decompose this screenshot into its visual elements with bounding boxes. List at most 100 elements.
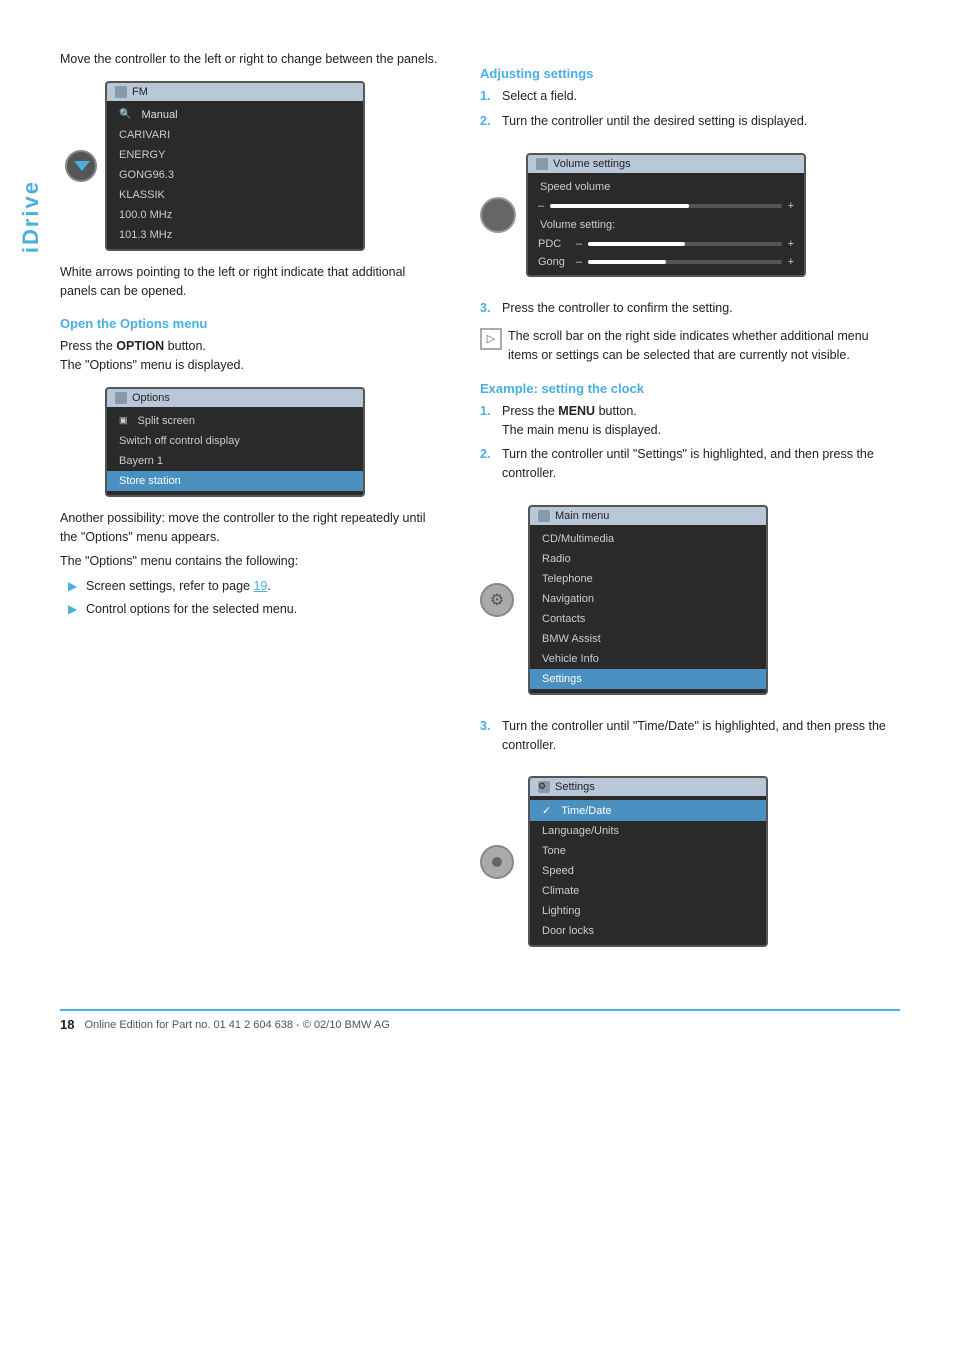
slider-track-3 — [588, 260, 781, 264]
fm-row-klassik: KLASSIK — [107, 185, 363, 205]
step-num-2: 2. — [480, 112, 496, 131]
slider-plus-2: + — [788, 238, 794, 250]
volume-title-icon — [536, 158, 548, 170]
volume-title-text: Volume settings — [553, 158, 631, 170]
options-screen: Options ▣ Split screen Switch off contro… — [105, 387, 365, 497]
settings-row-timedate: ✓ Time/Date — [530, 800, 766, 821]
main-menu-title-text: Main menu — [555, 510, 609, 522]
slider-minus-3: – — [576, 256, 582, 268]
options-title-bar: Options — [107, 389, 363, 407]
example-heading: Example: setting the clock — [480, 381, 900, 396]
main-menu-title-icon — [538, 510, 550, 522]
menu-row-telephone: Telephone — [530, 569, 766, 589]
fm-row-101: 101.3 MHz — [107, 225, 363, 245]
gong-label: Gong — [538, 256, 570, 268]
adjusting-step-1: 1. Select a field. — [480, 87, 900, 106]
example-steps-list: 1. Press the MENU button.The main menu i… — [480, 402, 900, 483]
options-row-split: ▣ Split screen — [107, 411, 363, 431]
step-3b-item: 3. Turn the controller until "Time/Date"… — [480, 717, 900, 755]
page-footer: 18 Online Edition for Part no. 01 41 2 6… — [60, 1009, 900, 1032]
adjusting-heading: Adjusting settings — [480, 66, 900, 81]
menu-bold: MENU — [558, 404, 595, 418]
settings-controller — [480, 822, 520, 902]
settings-title-text: Settings — [555, 781, 595, 793]
fm-row-gong: GONG96.3 — [107, 165, 363, 185]
step-text-1: Select a field. — [502, 87, 577, 106]
volume-slider-gong: Gong – + — [528, 253, 804, 271]
bullet-arrow-1: ▶ — [68, 577, 80, 596]
white-arrows-text: White arrows pointing to the left or rig… — [60, 263, 440, 301]
slider-fill-2 — [588, 242, 685, 246]
menu-row-navigation: Navigation — [530, 589, 766, 609]
bullet-item-2: ▶ Control options for the selected menu. — [68, 600, 440, 619]
volume-row-speed: Speed volume — [528, 177, 804, 197]
slider-track-1 — [550, 204, 781, 208]
volume-screen-wrapper: Volume settings Speed volume – + Volume … — [480, 141, 900, 289]
settings-screen: ⚙ Settings ✓ Time/Date Language/Units To… — [528, 776, 768, 947]
settings-row-tone: Tone — [530, 841, 766, 861]
step-num-1: 1. — [480, 87, 496, 106]
fm-screen: FM 🔍 Manual CARIVARI ENERGY GONG96.3 KLA… — [105, 81, 365, 251]
contains-text: The "Options" menu contains the followin… — [60, 552, 440, 571]
step3-list: 3. Press the controller to confirm the s… — [480, 299, 900, 318]
main-menu-controller: ⚙ — [480, 560, 520, 640]
options-menu-displayed: The "Options" menu is displayed. — [60, 358, 244, 372]
options-title-icon — [115, 392, 127, 404]
page-link-19[interactable]: 19 — [253, 579, 267, 593]
volume-slider-pdc: PDC – + — [528, 235, 804, 253]
pdc-label: PDC — [538, 238, 570, 250]
slider-fill-3 — [588, 260, 665, 264]
options-screen-body: ▣ Split screen Switch off control displa… — [107, 407, 363, 495]
volume-screen: Volume settings Speed volume – + Volume … — [526, 153, 806, 277]
fm-title-text: FM — [132, 86, 148, 98]
settings-row-climate: Climate — [530, 881, 766, 901]
fm-row-carivari: CARIVARI — [107, 125, 363, 145]
main-menu-body: CD/Multimedia Radio Telephone Navigation… — [530, 525, 766, 693]
main-menu-screen: Main menu CD/Multimedia Radio Telephone … — [528, 505, 768, 695]
bullet-arrow-2: ▶ — [68, 600, 80, 619]
left-column: Move the controller to the left or right… — [60, 50, 440, 969]
scroll-indicator-para: ▷ The scroll bar on the right side indic… — [480, 327, 900, 365]
fm-row-manual: 🔍 Manual — [107, 105, 363, 125]
step-num-3b: 3. — [480, 717, 496, 755]
another-text: Another possibility: move the controller… — [60, 509, 440, 547]
settings-title-bar: ⚙ Settings — [530, 778, 766, 796]
intro-text: Move the controller to the left or right… — [60, 50, 440, 69]
options-row-store: Store station — [107, 471, 363, 491]
settings-screen-body: ✓ Time/Date Language/Units Tone Speed Cl… — [530, 796, 766, 945]
slider-plus-3: + — [788, 256, 794, 268]
menu-row-cd: CD/Multimedia — [530, 529, 766, 549]
settings-title-icon: ⚙ — [538, 781, 550, 793]
fm-screen-wrapper: FM 🔍 Manual CARIVARI ENERGY GONG96.3 KLA… — [105, 81, 440, 251]
search-icon: 🔍 — [119, 109, 131, 120]
main-menu-title-bar: Main menu — [530, 507, 766, 525]
example-step-2: 2. Turn the controller until "Settings" … — [480, 445, 900, 483]
fm-title-icon — [115, 86, 127, 98]
adjusting-steps-list: 1. Select a field. 2. Turn the controlle… — [480, 87, 900, 131]
volume-title-bar: Volume settings — [528, 155, 804, 173]
example-step-1: 1. Press the MENU button.The main menu i… — [480, 402, 900, 440]
example-text-1: Press the MENU button.The main menu is d… — [502, 402, 661, 440]
fm-screen-body: 🔍 Manual CARIVARI ENERGY GONG96.3 KLASSI… — [107, 101, 363, 249]
options-row-bayern: Bayern 1 — [107, 451, 363, 471]
options-bullet-list: ▶ Screen settings, refer to page 19. ▶ C… — [68, 577, 440, 619]
fm-row-100: 100.0 MHz — [107, 205, 363, 225]
step-num-3: 3. — [480, 299, 496, 318]
options-row-switch: Switch off control display — [107, 431, 363, 451]
two-column-layout: Move the controller to the left or right… — [60, 50, 900, 969]
slider-fill-1 — [550, 204, 689, 208]
checkmark-icon: ✓ — [542, 804, 551, 817]
menu-row-contacts: Contacts — [530, 609, 766, 629]
step-3-item: 3. Press the controller to confirm the s… — [480, 299, 900, 318]
main-menu-screen-wrapper: ⚙ Main menu CD/Multimedia Radio Telephon… — [480, 493, 900, 707]
scroll-indicator-icon: ▷ — [487, 331, 495, 348]
bullet-item-1: ▶ Screen settings, refer to page 19. — [68, 577, 440, 596]
sidebar-label: iDrive — [18, 180, 44, 253]
menu-row-radio: Radio — [530, 549, 766, 569]
footer-text: Online Edition for Part no. 01 41 2 604 … — [84, 1019, 389, 1031]
volume-controller-circle — [480, 197, 516, 233]
options-screen-wrapper: Options ▣ Split screen Switch off contro… — [105, 387, 365, 497]
scroll-indicator-text: The scroll bar on the right side indicat… — [508, 327, 900, 365]
right-column: Adjusting settings 1. Select a field. 2.… — [480, 50, 900, 969]
bullet-text-1: Screen settings, refer to page 19. — [86, 577, 271, 596]
